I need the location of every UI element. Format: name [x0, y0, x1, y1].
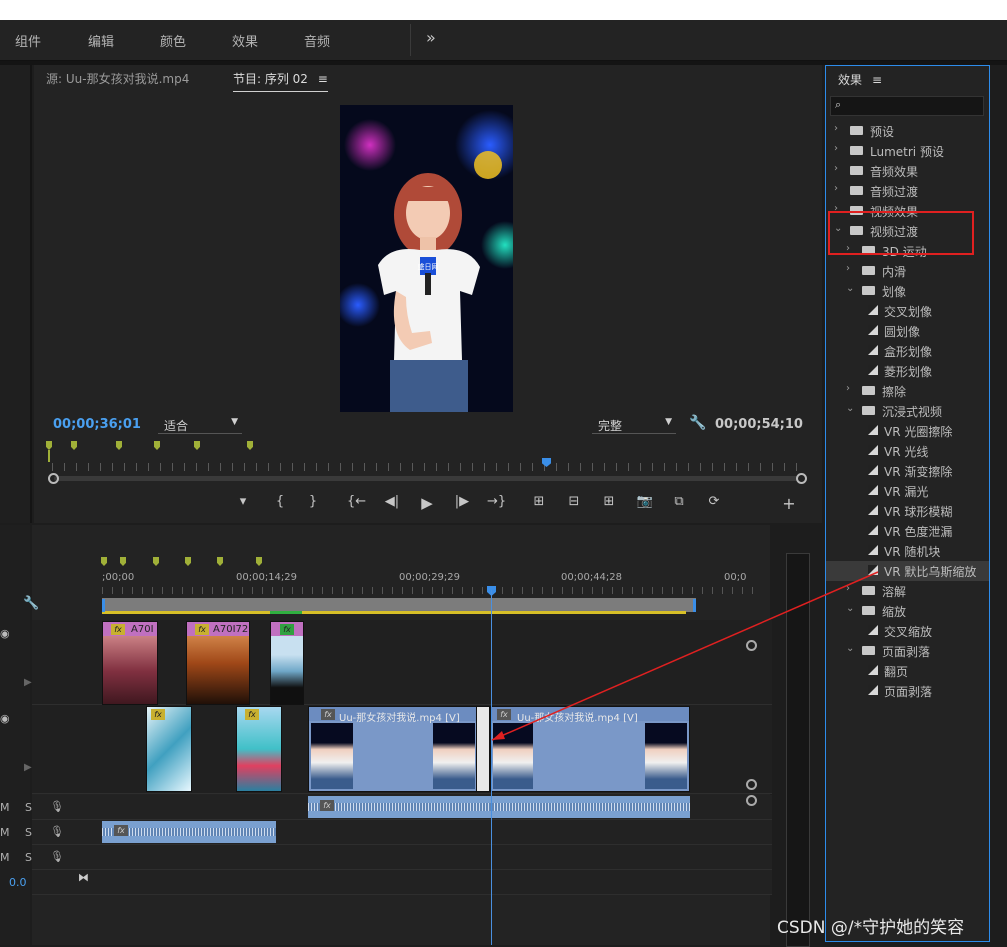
watermark-text: CSDN @/*守护她的笑容 [777, 918, 965, 938]
annotation-arrow [491, 571, 879, 741]
